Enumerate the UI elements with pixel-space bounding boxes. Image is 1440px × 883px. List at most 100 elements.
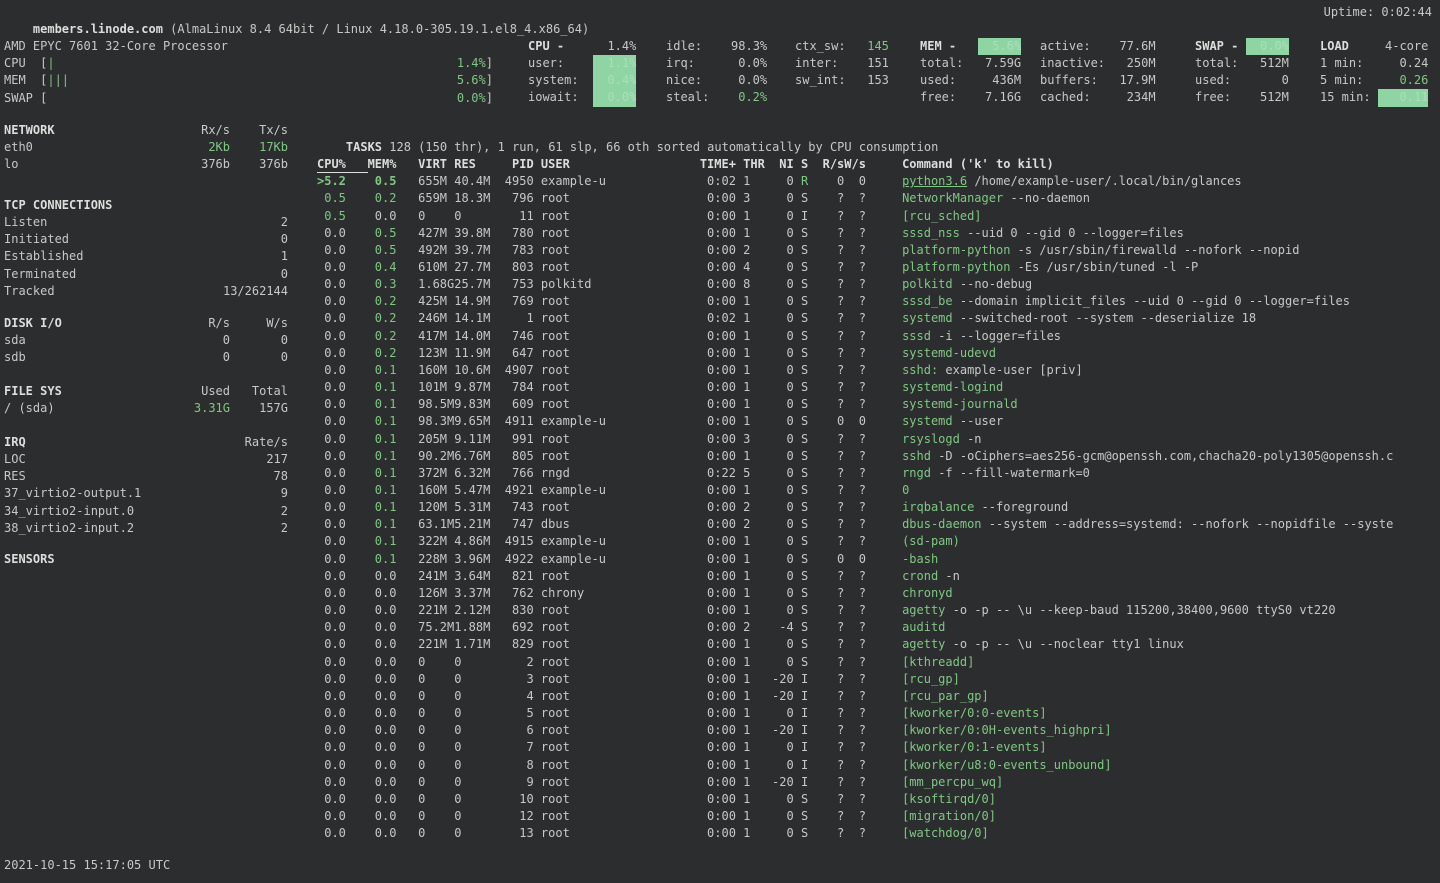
selection-marker (317, 757, 324, 774)
cell-virt: 0 (418, 757, 454, 774)
stat-value: 250M (1112, 55, 1155, 72)
cell-thr: 1 (743, 705, 765, 722)
cell-res: 6.32M (454, 465, 497, 482)
command-args: -n (938, 568, 960, 585)
cell-ni: 0 (765, 757, 794, 774)
stat-row: system:0.4% (528, 72, 636, 89)
stat-label: total: (1195, 55, 1246, 72)
cell-pid: 4922 (498, 551, 534, 568)
process-row: 0.00.0003root0:001-20I??[rcu_gp] (317, 671, 1440, 688)
cell-mem: 0.1 (375, 379, 397, 396)
stat-label: 15 min: (1320, 89, 1378, 106)
cell-write-rate: ? (844, 671, 866, 688)
selection-marker (317, 293, 324, 310)
cell-ni: 0 (765, 362, 794, 379)
cell-command: [kworker/u8:0-events_unbound] (902, 757, 1440, 774)
gauge-bar: | (47, 55, 54, 72)
stat-value: 0.26 (1378, 72, 1429, 89)
sidebar-section-tcp: TCP CONNECTIONSListen2Initiated0Establis… (4, 197, 288, 300)
cell-read-rate: ? (815, 482, 844, 499)
cell-status: I (801, 757, 815, 774)
cell-ni: 0 (765, 551, 794, 568)
cell-status: S (801, 396, 815, 413)
cell-cpu: 0.0 (324, 757, 346, 774)
cell-pid: 3 (498, 671, 534, 688)
cell-time: 0:00 (613, 208, 736, 225)
cell-cpu: 0.0 (324, 362, 346, 379)
cell-pid: 9 (498, 774, 534, 791)
cell-pid: 2 (498, 654, 534, 671)
stat-label: free: (1195, 89, 1246, 106)
cell-command: dbus-daemon --system --address=systemd: … (902, 516, 1440, 533)
cell-time: 0:00 (613, 276, 736, 293)
cell-status: I (801, 774, 815, 791)
cell-time: 0:00 (613, 568, 736, 585)
cell-user: root (541, 791, 613, 808)
cell-res: 18.3M (454, 190, 497, 207)
process-row: 0.00.1160M10.6M4907root0:0010S??sshd: ex… (317, 362, 1440, 379)
cell-time: 0:00 (613, 482, 736, 499)
section-title: DISK I/O (4, 315, 172, 332)
cell-res: 27.7M (454, 259, 497, 276)
cell-command: [rcu_sched] (902, 208, 1440, 225)
cell-read-rate: ? (815, 259, 844, 276)
process-row: 0.00.0002root0:0010S??[kthreadd] (317, 654, 1440, 671)
cell-virt: 1.68G (418, 276, 454, 293)
cell-cpu: 0.0 (324, 225, 346, 242)
row-label: LOC (4, 451, 172, 468)
cell-write-rate: ? (844, 585, 866, 602)
stat-label: inactive: (1040, 55, 1112, 72)
cell-res: 0 (454, 705, 497, 722)
cell-mem: 0.5 (375, 242, 397, 259)
command-args: -o -p -- \u --noclear tty1 linux (945, 636, 1183, 653)
cell-cpu: 0.0 (324, 328, 346, 345)
cell-mem: 0.1 (375, 465, 397, 482)
cell-mem: 0.4 (375, 259, 397, 276)
cell-res: 9.83M (454, 396, 497, 413)
stat-value: 98.3% (724, 38, 767, 55)
cell-cpu: 0.0 (324, 345, 346, 362)
cell-status: S (801, 499, 815, 516)
cell-command: irqbalance --foreground (902, 499, 1440, 516)
cell-thr: 1 (743, 636, 765, 653)
cell-thr: 1 (743, 722, 765, 739)
cell-command: [watchdog/0] (902, 825, 1440, 842)
cell-time: 0:00 (613, 585, 736, 602)
cell-mem: 0.0 (375, 688, 397, 705)
process-table: >5.20.5655M40.4M4950example-u0:0210R00py… (317, 173, 1440, 842)
cell-command: platform-python -s /usr/sbin/firewalld -… (902, 242, 1440, 259)
cell-write-rate: ? (844, 396, 866, 413)
row-value: 0 (230, 332, 288, 349)
cell-virt: 0 (418, 688, 454, 705)
cell-mem: 0.0 (375, 568, 397, 585)
stat-value: 0.2% (724, 89, 767, 106)
section-title: FILE SYS (4, 383, 172, 400)
cell-user: root (541, 568, 613, 585)
cell-user: example-u (541, 482, 613, 499)
sidebar-row: 34_virtio2-input.02 (4, 503, 288, 520)
process-row: 0.00.2123M11.9M647root0:0010S??systemd-u… (317, 345, 1440, 362)
cell-read-rate: ? (815, 225, 844, 242)
cell-user: root (541, 688, 613, 705)
stat-value: 0.24 (1378, 55, 1429, 72)
row-value: 1 (172, 248, 288, 265)
stat-label: cached: (1040, 89, 1112, 106)
row-value: 376b (230, 156, 288, 173)
cell-read-rate: ? (815, 293, 844, 310)
cell-user: root (541, 448, 613, 465)
stats-block-load: LOAD4-core1 min:0.245 min:0.2615 min:0.1… (1320, 38, 1428, 107)
cell-virt: 425M (418, 293, 454, 310)
cell-mem: 0.0 (375, 636, 397, 653)
process-row: 0.00.31.68G25.7M753polkitd0:0080S??polki… (317, 276, 1440, 293)
cell-read-rate: ? (815, 568, 844, 585)
cell-mem: 0.0 (375, 208, 397, 225)
cell-ni: 0 (765, 465, 794, 482)
selection-marker (317, 499, 324, 516)
cell-ni: 0 (765, 602, 794, 619)
command-name: sssd_nss (902, 225, 960, 242)
command-name: [kthreadd] (902, 654, 974, 671)
gauge-track (55, 55, 457, 72)
cell-time: 0:00 (613, 654, 736, 671)
cell-time: 0:00 (613, 293, 736, 310)
cell-res: 0 (454, 688, 497, 705)
